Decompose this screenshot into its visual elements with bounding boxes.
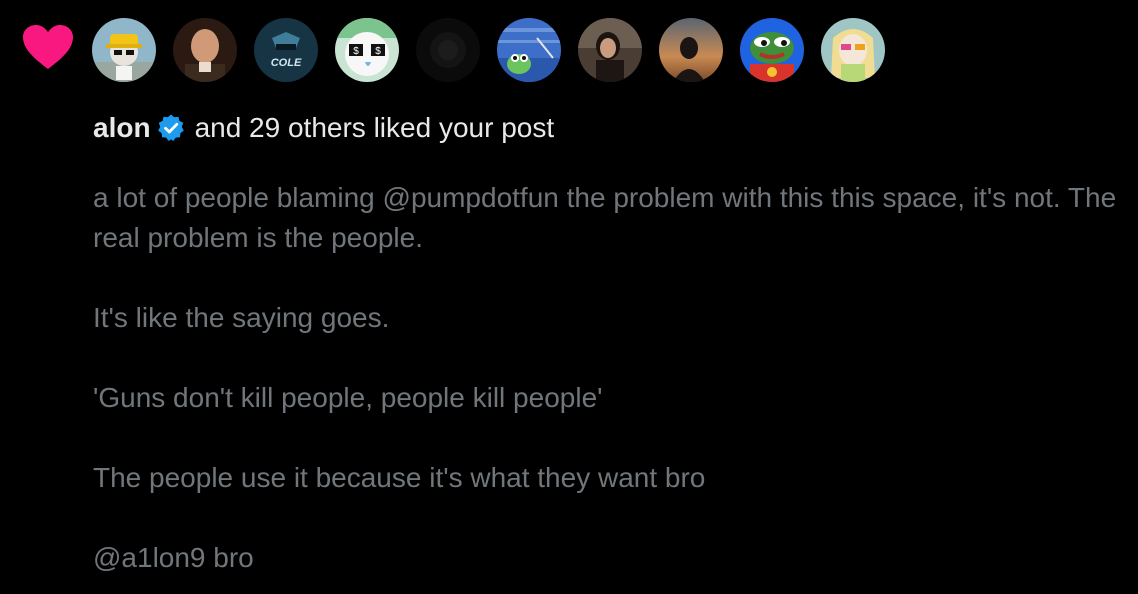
avatar[interactable] — [173, 18, 237, 82]
svg-text:COLE: COLE — [271, 57, 302, 69]
svg-text:$: $ — [375, 46, 381, 57]
avatar[interactable] — [740, 18, 804, 82]
post-paragraph: a lot of people blaming @pumpdotfun the … — [93, 182, 1117, 253]
avatar[interactable] — [578, 18, 642, 82]
post-paragraph: It's like the saying goes. — [93, 302, 390, 333]
avatar[interactable] — [416, 18, 480, 82]
post-paragraph: 'Guns don't kill people, people kill peo… — [93, 382, 603, 413]
avatar[interactable]: COLE — [254, 18, 318, 82]
post-preview[interactable]: a lot of people blaming @pumpdotfun the … — [93, 178, 1128, 578]
avatar[interactable] — [659, 18, 723, 82]
avatar[interactable] — [497, 18, 561, 82]
avatar[interactable] — [821, 18, 885, 82]
liker-name-link[interactable]: alon — [93, 111, 151, 145]
post-paragraph: @a1lon9 bro — [93, 542, 254, 573]
avatar[interactable]: $ $ — [335, 18, 399, 82]
like-summary-text: and 29 others liked your post — [194, 112, 555, 143]
post-paragraph: The people use it because it's what they… — [93, 462, 706, 493]
verified-badge-icon — [156, 113, 186, 143]
like-notification[interactable]: COLE $ $ alon and 29 others liked your p… — [0, 0, 1138, 594]
avatar[interactable] — [92, 18, 156, 82]
liker-summary: alon and 29 others liked your post — [93, 111, 554, 145]
svg-text:$: $ — [353, 46, 359, 57]
heart-icon — [22, 24, 74, 72]
